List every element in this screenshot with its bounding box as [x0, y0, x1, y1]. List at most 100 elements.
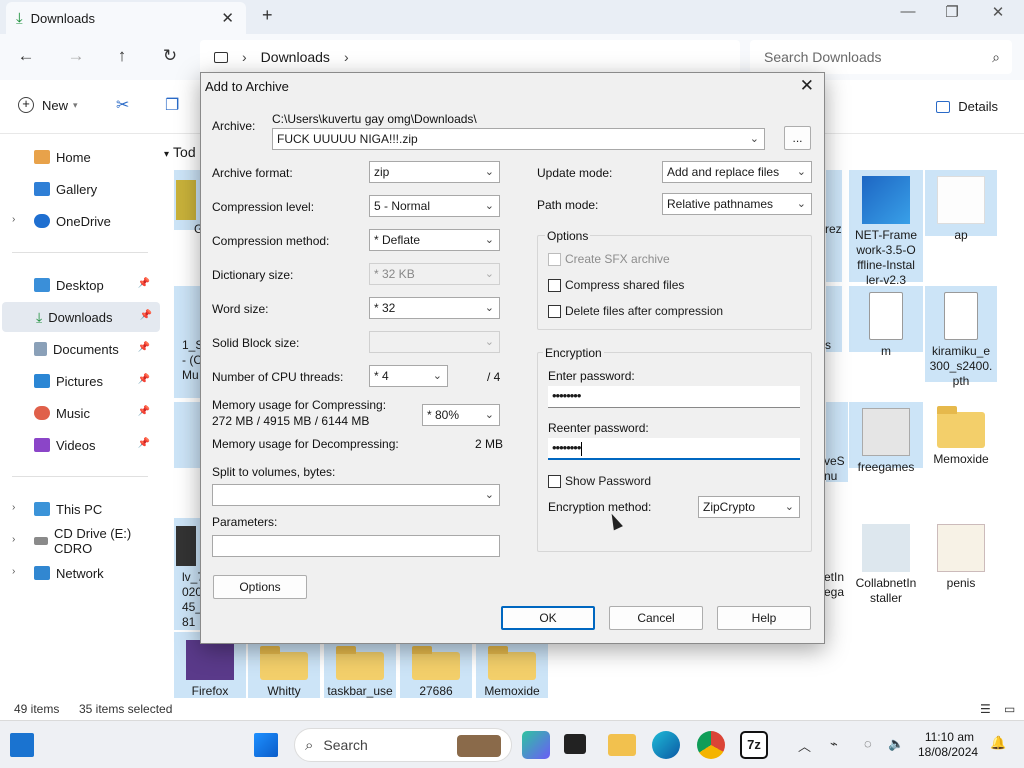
- file-item[interactable]: [174, 402, 200, 468]
- archive-name-combo[interactable]: FUCK UUUUU NIGA!!!.zip ⌄: [272, 128, 765, 150]
- parameters-input[interactable]: [212, 535, 500, 557]
- sidebar-item-music[interactable]: Music 📌: [0, 398, 158, 428]
- back-button[interactable]: ←: [14, 46, 38, 66]
- options-button[interactable]: Options: [213, 575, 307, 599]
- file-item[interactable]: Whitty: [248, 644, 320, 698]
- chevron-right-icon[interactable]: ›: [12, 534, 15, 545]
- file-item[interactable]: Memoxide: [476, 644, 548, 698]
- details-button[interactable]: Details: [936, 99, 998, 114]
- tiles-view-icon[interactable]: ▭: [1004, 702, 1015, 716]
- update-mode-select[interactable]: Add and replace files ⌄: [662, 161, 812, 183]
- file-explorer-icon[interactable]: [608, 734, 636, 756]
- sidebar-item-cd-drive[interactable]: › CD Drive (E:) CDRO: [0, 526, 158, 556]
- encryption-method-select[interactable]: ZipCrypto ⌄: [698, 496, 800, 518]
- chevron-down-icon: ⌄: [484, 336, 494, 348]
- file-item[interactable]: CollabnetIn staller: [849, 518, 923, 605]
- file-item[interactable]: freegames: [849, 402, 923, 474]
- sidebar-item-this-pc[interactable]: › This PC: [0, 494, 158, 524]
- encryption-method-label: Encryption method:: [548, 500, 652, 514]
- sidebar-item-downloads[interactable]: ⤓ Downloads 📌: [2, 302, 160, 332]
- new-button[interactable]: + New ▾: [18, 97, 78, 113]
- terminal-icon[interactable]: [564, 734, 586, 754]
- path-mode-select[interactable]: Relative pathnames ⌄: [662, 193, 812, 215]
- pin-icon: 📌: [137, 278, 150, 289]
- show-password-checkbox[interactable]: Show Password: [548, 474, 651, 488]
- split-volumes-label: Split to volumes, bytes:: [212, 465, 336, 479]
- 7zip-icon[interactable]: 7z: [740, 731, 768, 759]
- file-item[interactable]: taskbar_use: [324, 644, 396, 698]
- help-button[interactable]: Help: [717, 606, 811, 630]
- file-item[interactable]: NET-Frame work-3.5-O ffline-Instal ler-v…: [849, 170, 923, 287]
- parameters-label: Parameters:: [212, 515, 278, 529]
- cut-icon[interactable]: ✂: [116, 95, 129, 115]
- cancel-button[interactable]: Cancel: [609, 606, 703, 630]
- refresh-button[interactable]: ↻: [158, 46, 182, 66]
- sidebar-item-gallery[interactable]: Gallery: [0, 174, 158, 204]
- sidebar-item-pictures[interactable]: Pictures 📌: [0, 366, 158, 396]
- new-tab-button[interactable]: +: [262, 5, 273, 26]
- copy-icon[interactable]: ❐: [165, 95, 179, 115]
- close-window-button[interactable]: ✕: [978, 3, 1018, 21]
- edge-icon[interactable]: [652, 731, 680, 759]
- section-header[interactable]: ▾ Tod: [164, 144, 196, 160]
- reenter-password-label: Reenter password:: [548, 421, 649, 435]
- solid-block-size-select: ⌄: [369, 331, 500, 353]
- file-item[interactable]: Memoxide: [925, 402, 997, 468]
- reenter-password-input[interactable]: ••••••••: [548, 438, 800, 460]
- sidebar-item-documents[interactable]: Documents 📌: [0, 334, 158, 364]
- system-clock[interactable]: 11:10 am 18/08/2024: [918, 730, 978, 760]
- chevron-up-icon[interactable]: ︿: [798, 736, 811, 755]
- file-label: Memoxide: [933, 452, 989, 466]
- taskbar-search-box[interactable]: ⌕ Search: [294, 728, 512, 762]
- forward-button[interactable]: →: [64, 46, 88, 66]
- file-item[interactable]: [174, 170, 200, 230]
- title-bar: ⤓ Downloads ✕ + — ❐ ✕: [0, 0, 1024, 34]
- close-dialog-button[interactable]: ✕: [800, 76, 814, 96]
- compress-shared-checkbox[interactable]: Compress shared files: [548, 278, 684, 292]
- wifi-off-icon[interactable]: ◌: [864, 736, 872, 751]
- network-status-icon[interactable]: ⌁: [830, 736, 838, 752]
- chevron-down-icon: ⌄: [484, 489, 494, 501]
- start-windows-icon[interactable]: [254, 733, 278, 757]
- file-item[interactable]: m: [849, 286, 923, 358]
- close-tab-icon[interactable]: ✕: [221, 9, 234, 27]
- solid-block-size-label: Solid Block size:: [212, 336, 300, 350]
- cpu-threads-select[interactable]: * 4 ⌄: [369, 365, 448, 387]
- notification-bell-icon[interactable]: 🔔: [990, 735, 1006, 751]
- details-view-icon[interactable]: ☰: [980, 702, 991, 716]
- file-item[interactable]: ap: [925, 170, 997, 242]
- volume-muted-icon[interactable]: 🔈: [888, 736, 904, 752]
- memory-percent-select[interactable]: * 80% ⌄: [422, 404, 500, 426]
- up-button[interactable]: ↑: [110, 46, 134, 66]
- sidebar-item-network[interactable]: › Network: [0, 558, 158, 588]
- sidebar-item-home[interactable]: Home: [0, 142, 158, 172]
- address-field[interactable]: › Downloads ›: [200, 40, 740, 74]
- copilot-icon[interactable]: [522, 731, 550, 759]
- enter-password-input[interactable]: ••••••••: [548, 386, 800, 408]
- tab-downloads[interactable]: ⤓ Downloads ✕: [6, 2, 246, 34]
- archive-format-select[interactable]: zip ⌄: [369, 161, 500, 183]
- maximize-button[interactable]: ❐: [932, 3, 972, 21]
- chrome-icon[interactable]: [697, 731, 725, 759]
- chevron-right-icon[interactable]: ›: [12, 502, 15, 513]
- file-item[interactable]: kiramiku_e 300_s2400. pth: [925, 286, 997, 388]
- search-input[interactable]: Search Downloads ⌕: [750, 40, 1012, 74]
- navigation-pane: Home Gallery › OneDrive Desktop 📌 ⤓ Down…: [0, 134, 160, 694]
- word-size-select[interactable]: * 32 ⌄: [369, 297, 500, 319]
- compression-method-select[interactable]: * Deflate ⌄: [369, 229, 500, 251]
- compression-level-select[interactable]: 5 - Normal ⌄: [369, 195, 500, 217]
- file-item[interactable]: penis: [925, 518, 997, 590]
- ok-button[interactable]: OK: [501, 606, 595, 630]
- widgets-icon[interactable]: [10, 733, 34, 757]
- file-item[interactable]: 27686: [400, 644, 472, 698]
- chevron-right-icon[interactable]: ›: [12, 566, 15, 577]
- delete-after-checkbox[interactable]: Delete files after compression: [548, 304, 723, 318]
- chevron-right-icon[interactable]: ›: [12, 214, 15, 225]
- file-label: 27686: [419, 684, 453, 698]
- split-volumes-combo[interactable]: ⌄: [212, 484, 500, 506]
- sidebar-item-desktop[interactable]: Desktop 📌: [0, 270, 158, 300]
- sidebar-item-videos[interactable]: Videos 📌: [0, 430, 158, 460]
- minimize-button[interactable]: —: [888, 3, 928, 20]
- sidebar-item-onedrive[interactable]: › OneDrive: [0, 206, 158, 236]
- browse-button[interactable]: ...: [784, 126, 811, 150]
